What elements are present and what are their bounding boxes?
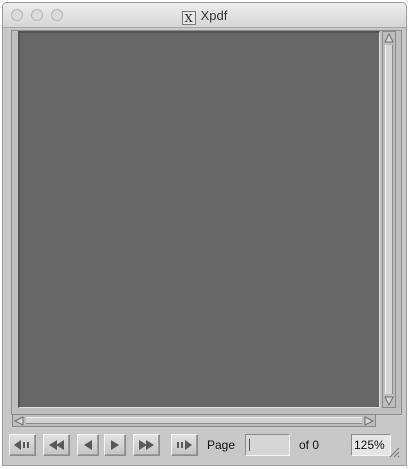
scroll-down-arrow-icon[interactable] (383, 395, 395, 407)
document-view[interactable] (18, 31, 380, 408)
left-arrow-icon (84, 440, 92, 450)
scroll-up-arrow-icon[interactable] (383, 32, 395, 44)
previous-page-button[interactable] (77, 434, 99, 456)
page-count-label: of 0 (299, 438, 320, 452)
forward-button[interactable] (171, 434, 198, 456)
horizontal-scrollbar[interactable] (12, 414, 376, 427)
first-page-button[interactable] (43, 434, 70, 456)
title-bar[interactable]: X Xpdf (3, 3, 406, 28)
double-right-arrow-icon (138, 440, 154, 450)
window-title-area: X Xpdf (3, 7, 406, 25)
scroll-left-arrow-icon[interactable] (13, 415, 25, 427)
back-icon (14, 440, 29, 450)
forward-icon (177, 440, 192, 450)
resize-grip-icon[interactable] (387, 445, 400, 458)
vertical-scroll-track[interactable] (385, 45, 393, 394)
window-title: Xpdf (200, 8, 228, 23)
last-page-button[interactable] (133, 434, 160, 456)
page-label: Page (207, 438, 236, 452)
xpdf-window: X Xpdf Page of 0 125% (2, 2, 407, 466)
back-button[interactable] (9, 434, 36, 456)
next-page-button[interactable] (104, 434, 126, 456)
horizontal-scroll-track[interactable] (26, 417, 362, 424)
right-arrow-icon (111, 440, 119, 450)
double-left-arrow-icon (48, 440, 64, 450)
page-number-input[interactable] (245, 434, 290, 456)
vertical-scrollbar[interactable] (382, 31, 396, 408)
text-caret (249, 439, 250, 451)
x-icon: X (181, 11, 196, 25)
toolbar: Page of 0 125% (5, 431, 402, 462)
zoom-select[interactable]: 125% (351, 434, 391, 456)
scroll-right-arrow-icon[interactable] (363, 415, 375, 427)
